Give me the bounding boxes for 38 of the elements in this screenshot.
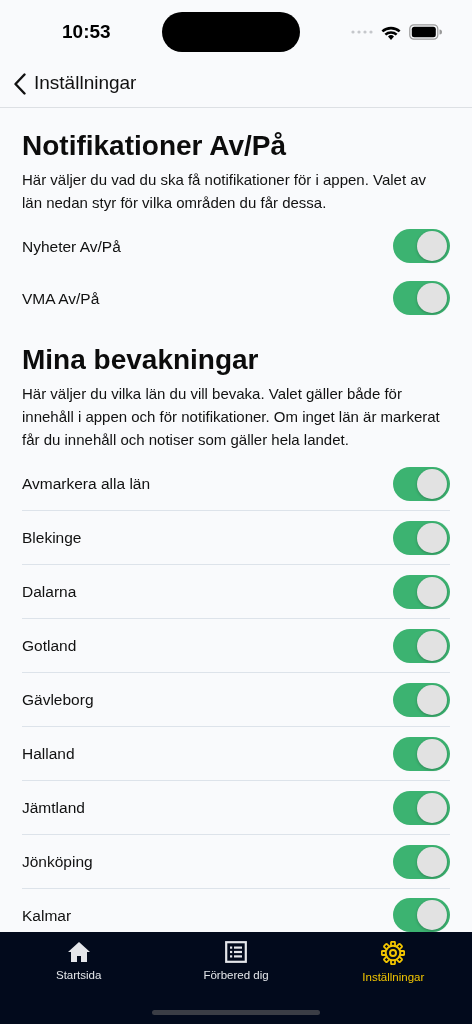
setting-label: Blekinge [22,528,82,549]
toggle-switch[interactable] [393,682,450,717]
status-time: 10:53 [62,19,111,44]
toggle-switch[interactable] [393,281,450,316]
setting-label: Nyheter Av/På [22,236,121,257]
back-icon [14,72,26,95]
signal-icon [351,30,373,34]
toggle-switch[interactable] [393,790,450,825]
setting-label: VMA Av/På [22,288,100,309]
setting-label: Dalarna [22,582,77,603]
section-description: Här väljer du vilka län du vill bevaka. Valet gäller både för innehåll i appen och för notifikationer. Om inget län är markerat får du innehåll och notiser som gäller hela landet. [22,384,441,451]
wifi-icon [381,24,401,40]
section-description: Här väljer du vad du ska få notifikationer för i appen. Valet av län nedan styr för vilka områden du får dessa. [22,170,428,214]
setting-label: Gotland [22,636,77,657]
list-icon [225,941,247,963]
setting-label: Avmarkera alla län [22,474,151,495]
setting-label: Gävleborg [22,690,94,711]
setting-label: Kalmar [22,905,72,926]
toggle-switch[interactable] [393,466,450,501]
tab-item[interactable]: Förbered dig [157,941,315,987]
section-heading: Mina bevakningar [22,344,260,377]
setting-label: Jämtland [22,798,85,819]
home-icon [66,941,91,963]
tab-item[interactable]: Startsida [0,941,158,987]
tab-item[interactable]: Inställningar [314,941,472,987]
setting-label: Jönköping [22,852,93,873]
back-button[interactable]: Inställningar [14,69,137,98]
toggle-switch[interactable] [393,844,450,879]
settings-icon [381,941,406,965]
battery-icon [409,24,442,40]
setting-label: Halland [22,744,75,765]
section-heading: Notifikationer Av/På [22,130,287,163]
toggle-switch[interactable] [393,229,450,264]
toggle-switch[interactable] [393,574,450,609]
toggle-switch[interactable] [393,898,450,932]
toggle-switch[interactable] [393,628,450,663]
toggle-switch[interactable] [393,736,450,771]
toggle-switch[interactable] [393,520,450,555]
